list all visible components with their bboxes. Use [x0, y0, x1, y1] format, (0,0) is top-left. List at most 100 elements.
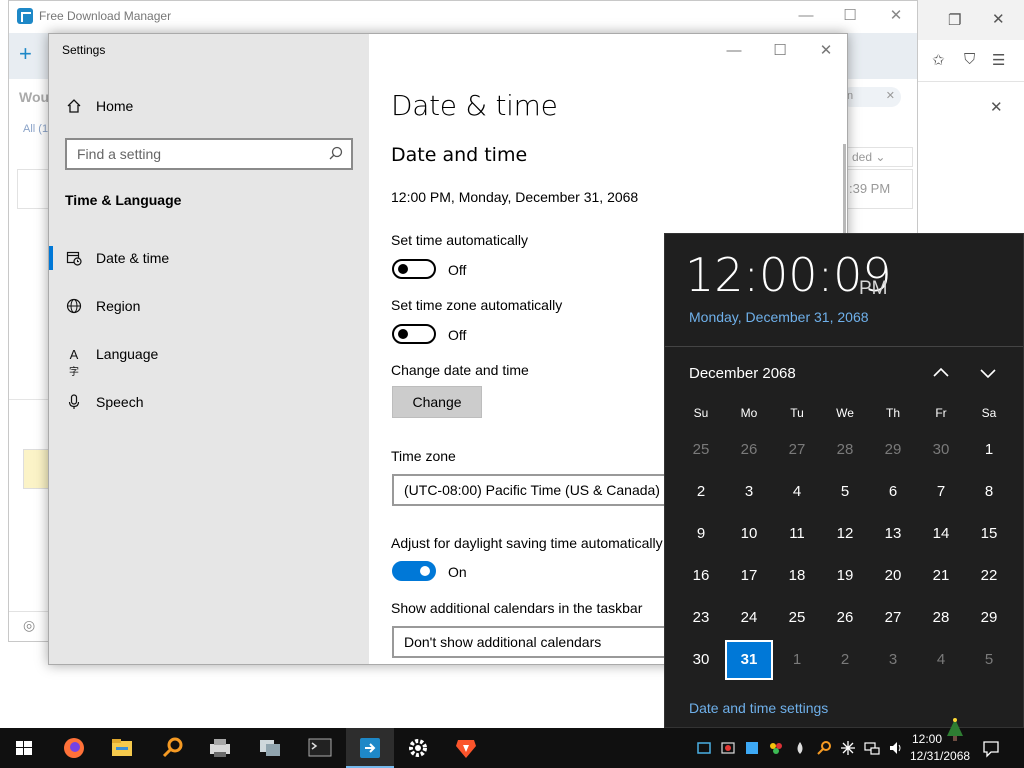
calendar-day[interactable]: 5: [821, 472, 869, 512]
close-icon[interactable]: ✕: [992, 10, 1005, 28]
calendar-day[interactable]: 24: [725, 598, 773, 638]
calendar-day[interactable]: 30: [677, 640, 725, 680]
calendar-day[interactable]: 22: [965, 556, 1013, 596]
fdm-column-header[interactable]: ded ⌄: [847, 147, 913, 167]
dst-toggle[interactable]: [392, 561, 436, 581]
change-button[interactable]: Change: [392, 386, 482, 418]
network-tray-icon[interactable]: [864, 740, 880, 756]
calendar-day[interactable]: 30: [917, 430, 965, 470]
calendar-day[interactable]: 26: [821, 598, 869, 638]
firefox-button[interactable]: [50, 728, 98, 768]
calendar-day[interactable]: 2: [821, 640, 869, 680]
calendar-day[interactable]: 14: [917, 514, 965, 554]
calendar-day[interactable]: 23: [677, 598, 725, 638]
calendar-day[interactable]: 21: [917, 556, 965, 596]
calendar-day[interactable]: 29: [869, 430, 917, 470]
restore-icon[interactable]: ❐: [948, 11, 961, 29]
calendar-day[interactable]: 27: [773, 430, 821, 470]
search-tray-icon[interactable]: [816, 740, 832, 756]
record-tray-icon[interactable]: [720, 740, 736, 756]
window-tray-icon[interactable]: [744, 740, 760, 756]
people-tray-icon[interactable]: [768, 740, 784, 756]
flyout-date-link[interactable]: Monday, December 31, 2068: [689, 309, 869, 325]
brave-button[interactable]: [442, 728, 490, 768]
calendar-day[interactable]: 28: [821, 430, 869, 470]
sidebar-item-language[interactable]: A字 Language: [49, 334, 369, 378]
fdm-maximize-button[interactable]: ☐: [827, 5, 873, 29]
calendar-day[interactable]: 4: [773, 472, 821, 512]
calendar-day[interactable]: 19: [821, 556, 869, 596]
calendar-day[interactable]: 10: [725, 514, 773, 554]
find-setting-input[interactable]: Find a setting: [65, 138, 353, 170]
set-time-auto-state: Off: [448, 262, 467, 278]
sidebar-item-region[interactable]: Region: [49, 286, 369, 326]
file-explorer-button[interactable]: [98, 728, 146, 768]
calendar-day[interactable]: 28: [917, 598, 965, 638]
sidebar-item-date-time[interactable]: Date & time: [49, 238, 369, 278]
chevron-down-icon[interactable]: [977, 362, 999, 384]
calendar-day[interactable]: 11: [773, 514, 821, 554]
calendar-day[interactable]: 15: [965, 514, 1013, 554]
calendar-day[interactable]: 27: [869, 598, 917, 638]
settings-button[interactable]: [394, 728, 442, 768]
taskbar-clock-time[interactable]: 12:00: [912, 732, 942, 746]
shield-icon[interactable]: ⛉: [964, 51, 975, 68]
fdm-close-button[interactable]: ✕: [873, 5, 919, 29]
fdm-search-pill[interactable]: n ✕: [841, 87, 901, 107]
close-panel-icon[interactable]: ✕: [990, 98, 1003, 116]
add-download-icon[interactable]: +: [19, 41, 32, 67]
droplet-tray-icon[interactable]: [792, 740, 808, 756]
calendar-day[interactable]: 25: [677, 430, 725, 470]
favorites-icon[interactable]: ✩: [932, 51, 945, 69]
clear-icon[interactable]: ✕: [886, 89, 895, 102]
calendar-day[interactable]: 12: [821, 514, 869, 554]
notification-center-icon[interactable]: [982, 740, 1000, 758]
calendar-day[interactable]: 1: [965, 430, 1013, 470]
calendar-day[interactable]: 18: [773, 556, 821, 596]
timezone-select[interactable]: (UTC-08:00) Pacific Time (US & Canada): [392, 474, 692, 506]
close-button[interactable]: ✕: [803, 38, 847, 66]
calendar-day[interactable]: 13: [869, 514, 917, 554]
calendar-day[interactable]: 8: [965, 472, 1013, 512]
calendar-day[interactable]: 3: [869, 640, 917, 680]
calendar-day[interactable]: 4: [917, 640, 965, 680]
fdm-tab-all[interactable]: All (1: [23, 123, 48, 135]
network-button[interactable]: [246, 728, 294, 768]
set-time-auto-toggle[interactable]: [392, 259, 436, 279]
minimize-button[interactable]: —: [711, 38, 757, 66]
fdm-minimize-button[interactable]: —: [783, 5, 829, 29]
sidebar-item-speech[interactable]: Speech: [49, 382, 369, 422]
download-manager-button[interactable]: [346, 728, 394, 768]
star-tray-icon[interactable]: [840, 740, 856, 756]
printer-button[interactable]: [196, 728, 244, 768]
calendar-day[interactable]: 20: [869, 556, 917, 596]
calendar-day[interactable]: 17: [725, 556, 773, 596]
taskbar-clock-date[interactable]: 12/31/2068: [910, 749, 970, 763]
chevron-up-icon[interactable]: [930, 362, 952, 384]
calendar-day[interactable]: 1: [773, 640, 821, 680]
date-time-settings-link[interactable]: Date and time settings: [689, 700, 828, 716]
calendar-day[interactable]: 5: [965, 640, 1013, 680]
maximize-button[interactable]: ☐: [757, 38, 803, 66]
calendar-day[interactable]: 3: [725, 472, 773, 512]
calendar-day[interactable]: 29: [965, 598, 1013, 638]
calendar-day[interactable]: 9: [677, 514, 725, 554]
terminal-button[interactable]: [296, 728, 344, 768]
search-tool-button[interactable]: [148, 728, 196, 768]
calendar-month[interactable]: December 2068: [689, 365, 796, 382]
calendar-day[interactable]: 7: [917, 472, 965, 512]
calendar-day[interactable]: 6: [869, 472, 917, 512]
sidebar-item-home[interactable]: Home: [49, 86, 369, 126]
calendar-day[interactable]: 2: [677, 472, 725, 512]
set-tz-auto-toggle[interactable]: [392, 324, 436, 344]
calendars-select[interactable]: Don't show additional calendars: [392, 626, 692, 658]
speed-icon[interactable]: ◎: [23, 617, 43, 633]
volume-tray-icon[interactable]: [888, 740, 904, 756]
calendar-day[interactable]: 26: [725, 430, 773, 470]
calendar-day[interactable]: 16: [677, 556, 725, 596]
menu-icon[interactable]: ☰: [992, 51, 1005, 69]
calendar-day[interactable]: 25: [773, 598, 821, 638]
calendar-day-today[interactable]: 31: [725, 640, 773, 680]
start-button[interactable]: [0, 728, 48, 768]
sync-tray-icon[interactable]: [696, 740, 712, 756]
